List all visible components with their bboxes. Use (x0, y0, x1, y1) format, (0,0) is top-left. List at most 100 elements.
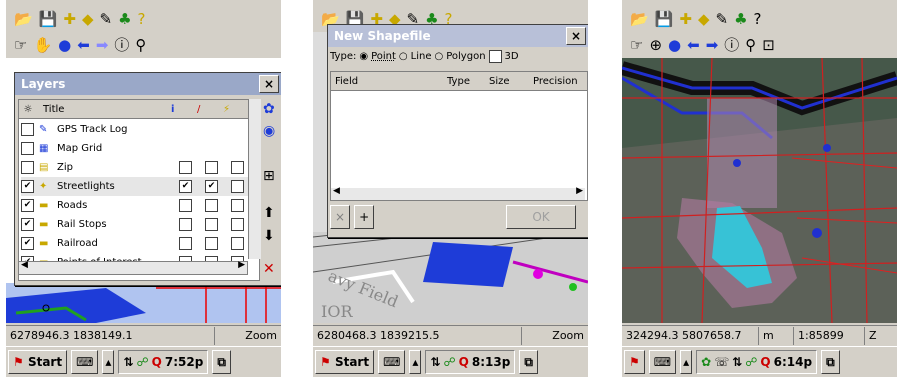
satellite-map-view[interactable] (622, 58, 897, 323)
layer-visible-checkbox[interactable]: ✔ (21, 237, 34, 250)
clock[interactable]: 8:13p (472, 355, 510, 369)
layers-close-button[interactable]: × (259, 75, 279, 93)
start-button[interactable]: ⚑ (624, 350, 645, 374)
fields-hscrollbar[interactable]: ◀ ▶ (331, 186, 585, 200)
scroll-left-icon[interactable]: ◀ (333, 186, 340, 196)
q-app-icon[interactable]: Q (760, 355, 770, 369)
info-icon[interactable]: ⓘ (114, 36, 129, 54)
label-column-icon[interactable]: ⚡ (223, 104, 243, 115)
layer-option-checkbox[interactable] (205, 161, 218, 174)
layer-row[interactable]: ✔ ✦ Streetlights ✔ ✔ (21, 177, 259, 196)
layer-visible-checkbox[interactable] (21, 123, 34, 136)
layer-option-checkbox[interactable] (231, 180, 244, 193)
sip-arrow-icon[interactable]: ▴ (102, 350, 115, 374)
network-icon[interactable]: ☍ (444, 355, 456, 369)
layer-option-checkbox[interactable] (231, 237, 244, 250)
pan-hand-icon[interactable]: ✋ (33, 36, 52, 54)
info-column-icon[interactable]: i (171, 104, 197, 115)
scroll-right-icon[interactable]: ▶ (576, 186, 583, 196)
layer-option-checkbox[interactable] (179, 237, 192, 250)
select-icon[interactable]: ☞ (630, 36, 643, 54)
globe-icon[interactable]: ● (668, 36, 681, 54)
layer-visible-checkbox[interactable]: ✔ (21, 218, 34, 231)
radio-point[interactable]: ◉ (359, 51, 368, 62)
layer-option-checkbox[interactable] (179, 161, 192, 174)
layer-visible-checkbox[interactable]: ✔ (21, 199, 34, 212)
keyboard-icon[interactable]: ⌨ (378, 350, 406, 374)
zoom-label[interactable]: Zoom (241, 327, 281, 345)
radio-line[interactable]: ○ (399, 51, 408, 62)
layer-visible-checkbox[interactable]: ✔ (21, 180, 34, 193)
save-icon[interactable]: 💾 (39, 10, 58, 28)
zoom-label[interactable]: Z (865, 327, 881, 345)
start-button[interactable]: ⚑ Start (315, 350, 375, 374)
sip-arrow-icon[interactable]: ▴ (680, 350, 693, 374)
precision-column[interactable]: Precision (533, 76, 587, 87)
select-icon[interactable]: ☞ (14, 36, 27, 54)
title-column-header[interactable]: Title (37, 104, 171, 115)
scale-readout[interactable]: 1:85899 (794, 327, 865, 345)
scroll-right-icon[interactable]: ▶ (238, 260, 245, 270)
edit-tool-icon[interactable]: ✎ (716, 10, 729, 28)
scroll-left-icon[interactable]: ◀ (21, 260, 28, 270)
open-folder-icon[interactable]: 📂 (14, 10, 33, 28)
layers-icon[interactable]: ◆ (698, 10, 710, 28)
layer-visible-checkbox[interactable] (21, 161, 34, 174)
back-arrow-icon[interactable]: ⬅ (77, 36, 90, 54)
layer-properties-icon[interactable]: ✿ (263, 101, 275, 117)
phone-icon[interactable]: ☏ (714, 355, 729, 369)
edit-tool-icon[interactable]: ✎ (100, 10, 113, 28)
ok-button[interactable]: OK (506, 205, 576, 229)
layer-visible-checkbox[interactable] (21, 142, 34, 155)
layer-row[interactable]: ✔ ▬ Roads (21, 196, 259, 215)
layer-row[interactable]: ✎ GPS Track Log (21, 120, 259, 139)
add-field-button[interactable]: + (354, 205, 375, 229)
zoom-label[interactable]: Zoom (548, 327, 588, 345)
gps-icon[interactable]: ♣ (734, 10, 747, 28)
save-icon[interactable]: 💾 (655, 10, 674, 28)
connectivity-icon[interactable]: ⇅ (430, 355, 440, 369)
connectivity-icon[interactable]: ⇅ (732, 355, 742, 369)
keyboard-icon[interactable]: ⌨ (648, 350, 677, 374)
add-layer-icon[interactable]: ✚ (63, 10, 76, 28)
clock[interactable]: 7:52p (165, 355, 203, 369)
add-layer-icon[interactable]: ✚ (679, 10, 692, 28)
layer-option-checkbox[interactable] (205, 199, 218, 212)
layer-table-icon[interactable]: ⊞ (263, 168, 275, 184)
move-up-icon[interactable]: ⬆ (263, 205, 275, 221)
layers-scrollbar[interactable] (248, 99, 261, 259)
globe-icon[interactable]: ● (58, 36, 71, 54)
remove-layer-icon[interactable]: ✕ (263, 261, 275, 277)
sip-arrow-icon[interactable]: ▴ (409, 350, 422, 374)
start-button[interactable]: ⚑ Start (8, 350, 68, 374)
q-app-icon[interactable]: Q (152, 355, 162, 369)
desktop-icon[interactable]: ⧉ (821, 350, 840, 374)
help-icon[interactable]: ? (754, 10, 762, 28)
radio-polygon[interactable]: ○ (435, 51, 444, 62)
info-icon[interactable]: ⓘ (724, 36, 739, 54)
find-binoculars-icon[interactable]: ⚲ (745, 36, 756, 54)
move-down-icon[interactable]: ⬇ (263, 228, 275, 244)
edit-column-icon[interactable]: / (197, 104, 223, 115)
type-column[interactable]: Type (447, 76, 489, 87)
layer-row[interactable]: ✔ ▬ Railroad (21, 234, 259, 253)
layer-option-checkbox[interactable] (231, 199, 244, 212)
desktop-icon[interactable]: ⧉ (212, 350, 231, 374)
layer-option-checkbox[interactable] (231, 161, 244, 174)
q-app-icon[interactable]: Q (459, 355, 469, 369)
dialog-close-button[interactable]: × (566, 27, 586, 45)
layer-option-checkbox[interactable] (205, 237, 218, 250)
forward-arrow-icon[interactable]: ➡ (96, 36, 109, 54)
keyboard-icon[interactable]: ⌨ (71, 350, 99, 374)
delete-field-button[interactable]: × (330, 205, 351, 229)
layer-row[interactable]: ✔ ▬ Rail Stops (21, 215, 259, 234)
desktop-icon[interactable]: ⧉ (519, 350, 538, 374)
find-binoculars-icon[interactable]: ⚲ (135, 36, 146, 54)
layers-icon[interactable]: ◆ (82, 10, 94, 28)
layer-option-checkbox[interactable] (179, 199, 192, 212)
layer-row[interactable]: ▦ Map Grid (21, 139, 259, 158)
layers-hscrollbar[interactable]: ◀ ▶ (18, 260, 248, 275)
layer-option-checkbox[interactable] (205, 218, 218, 231)
forward-arrow-icon[interactable]: ➡ (706, 36, 719, 54)
back-arrow-icon[interactable]: ⬅ (687, 36, 700, 54)
